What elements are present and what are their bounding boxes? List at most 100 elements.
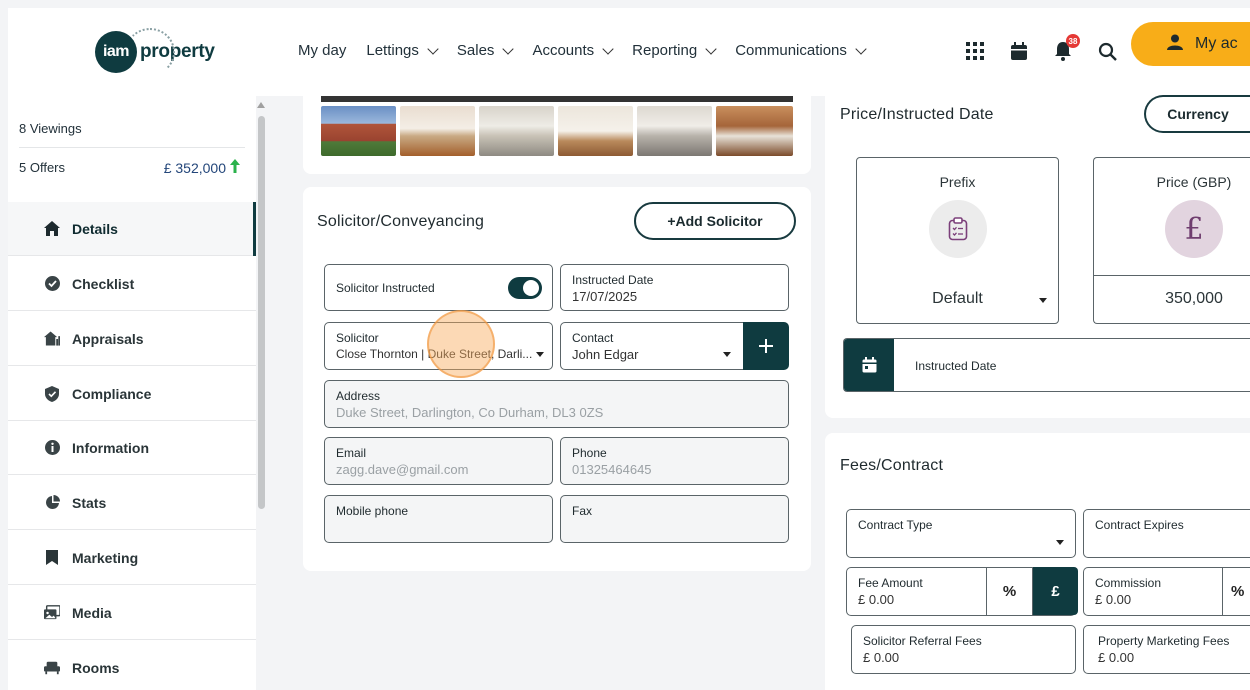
instructed-date-field[interactable]: Instructed Date 17/07/2025	[560, 264, 789, 311]
photo-thumbnail[interactable]	[321, 106, 396, 156]
main-nav: My day Lettings Sales Accounts Reporting…	[298, 42, 867, 59]
sidebar-item-compliance[interactable]: Compliance	[8, 367, 256, 421]
clipboard-icon	[929, 200, 987, 258]
commission-percent-button[interactable]: %	[1222, 567, 1250, 615]
sidebar-item-label: Stats	[72, 494, 107, 511]
my-account-label: My ac	[1195, 35, 1238, 52]
percent-toggle-button[interactable]: %	[986, 567, 1032, 615]
sidebar-item-information[interactable]: Information	[8, 421, 256, 475]
email-field[interactable]: Email zagg.dave@gmail.com	[324, 437, 553, 485]
photo-gallery-card	[303, 96, 811, 174]
offers-amount: £ 352,000	[163, 159, 226, 176]
pound-toggle-button[interactable]: £	[1032, 567, 1078, 615]
nav-communications[interactable]: Communications	[735, 42, 867, 59]
contact-select[interactable]: Contact John Edgar	[560, 322, 744, 370]
field-label: Mobile phone	[336, 504, 409, 518]
property-marketing-fees-field[interactable]: Property Marketing Fees £ 0.00	[1083, 625, 1250, 674]
scroll-up-arrow-icon[interactable]	[257, 102, 265, 108]
chevron-down-icon	[602, 42, 614, 55]
pound-icon: £	[1165, 200, 1223, 258]
photo-thumbnail[interactable]	[479, 106, 554, 156]
viewings-count[interactable]: 8 Viewings	[19, 121, 82, 136]
sidebar-item-details[interactable]: Details	[8, 202, 256, 256]
search-icon[interactable]	[1096, 40, 1118, 62]
contact-value: John Edgar	[572, 347, 639, 362]
scroll-thumb[interactable]	[258, 116, 265, 509]
field-label: Contract Expires	[1095, 518, 1184, 532]
contract-expires-field[interactable]: Contract Expires	[1083, 509, 1250, 558]
info-icon	[44, 440, 60, 456]
fax-field[interactable]: Fax	[560, 495, 789, 543]
sidebar-item-label: Details	[72, 220, 118, 237]
nav-accounts[interactable]: Accounts	[532, 42, 614, 59]
sidebar-scrollbar[interactable]	[257, 100, 265, 690]
dropdown-arrow-icon	[1056, 540, 1064, 545]
address-field[interactable]: Address Duke Street, Darlington, Co Durh…	[324, 380, 789, 428]
nav-label: Accounts	[532, 42, 595, 59]
plus-icon	[759, 332, 773, 360]
solicitor-referral-fees-field[interactable]: Solicitor Referral Fees £ 0.00	[851, 625, 1076, 674]
bookmark-icon	[44, 550, 60, 566]
chevron-down-icon	[855, 42, 867, 55]
user-icon	[1167, 34, 1183, 55]
divider	[1094, 275, 1250, 276]
top-navigation-bar: iam property My day Lettings Sales Accou…	[8, 8, 1250, 96]
pound-symbol: £	[1184, 211, 1204, 247]
bell-icon[interactable]: 38	[1052, 34, 1080, 62]
apps-grid-icon[interactable]	[964, 40, 986, 62]
brand-logo[interactable]: iam property	[95, 28, 215, 76]
calendar-icon[interactable]	[1008, 40, 1030, 62]
instructed-date-label: Instructed Date	[915, 359, 997, 373]
sidebar-item-checklist[interactable]: Checklist	[8, 257, 256, 311]
add-contact-button[interactable]	[743, 322, 789, 370]
sidebar-item-marketing[interactable]: Marketing	[8, 531, 256, 585]
commission-field[interactable]: Commission £ 0.00 %	[1083, 567, 1250, 616]
photo-thumbnail[interactable]	[716, 106, 793, 156]
sidebar-item-appraisals[interactable]: Appraisals	[8, 312, 256, 366]
sidebar-item-label: Compliance	[72, 385, 152, 402]
dropdown-arrow-icon	[1039, 298, 1047, 303]
top-icons: 38	[964, 34, 1118, 62]
email-value: zagg.dave@gmail.com	[336, 462, 469, 477]
my-account-button[interactable]: My ac	[1131, 22, 1250, 66]
mobile-phone-field[interactable]: Mobile phone	[324, 495, 553, 543]
contract-type-select[interactable]: Contract Type	[846, 509, 1076, 558]
nav-my-day[interactable]: My day	[298, 42, 346, 59]
prefix-label: Prefix	[939, 174, 976, 190]
nav-reporting[interactable]: Reporting	[632, 42, 717, 59]
calendar-icon[interactable]	[844, 339, 894, 391]
sidebar: 8 Viewings 5 Offers £ 352,000 Details Ch…	[8, 96, 256, 690]
field-label: Contact	[572, 331, 614, 345]
prefix-select[interactable]: Prefix Default	[856, 157, 1059, 324]
chevron-down-icon	[705, 42, 717, 55]
sidebar-item-stats[interactable]: Stats	[8, 476, 256, 530]
nav-sales[interactable]: Sales	[456, 42, 515, 59]
chevron-down-icon	[427, 42, 439, 55]
currency-button[interactable]: Currency	[1144, 95, 1250, 133]
phone-field[interactable]: Phone 01325464645	[560, 437, 789, 485]
click-indicator	[427, 310, 495, 378]
instructed-date-input[interactable]: Instructed Date	[843, 338, 1250, 392]
field-label: Contract Type	[858, 518, 933, 532]
photo-thumbnail[interactable]	[400, 106, 475, 156]
sofa-icon	[44, 660, 60, 676]
nav-label: Sales	[456, 42, 495, 59]
sidebar-item-media[interactable]: Media	[8, 586, 256, 640]
sidebar-item-rooms[interactable]: Rooms	[8, 641, 256, 690]
check-circle-icon	[44, 276, 60, 292]
fee-amount-field[interactable]: Fee Amount £ 0.00 % £	[846, 567, 1078, 616]
field-label: Property Marketing Fees	[1098, 634, 1230, 648]
field-label: Fax	[572, 504, 593, 518]
home-icon	[44, 221, 60, 237]
offers-count[interactable]: 5 Offers	[19, 160, 65, 175]
house-chart-icon	[44, 331, 60, 347]
photo-thumbnail[interactable]	[558, 106, 633, 156]
price-field[interactable]: Price (GBP) £ 350,000	[1093, 157, 1250, 324]
price-card-title: Price/Instructed Date	[840, 106, 994, 123]
pie-chart-icon	[44, 495, 60, 511]
add-solicitor-button[interactable]: +Add Solicitor	[634, 202, 796, 240]
photo-thumbnail[interactable]	[637, 106, 712, 156]
nav-lettings[interactable]: Lettings	[366, 42, 439, 59]
solicitor-instructed-toggle[interactable]	[508, 277, 542, 299]
sidebar-item-label: Rooms	[72, 660, 120, 676]
